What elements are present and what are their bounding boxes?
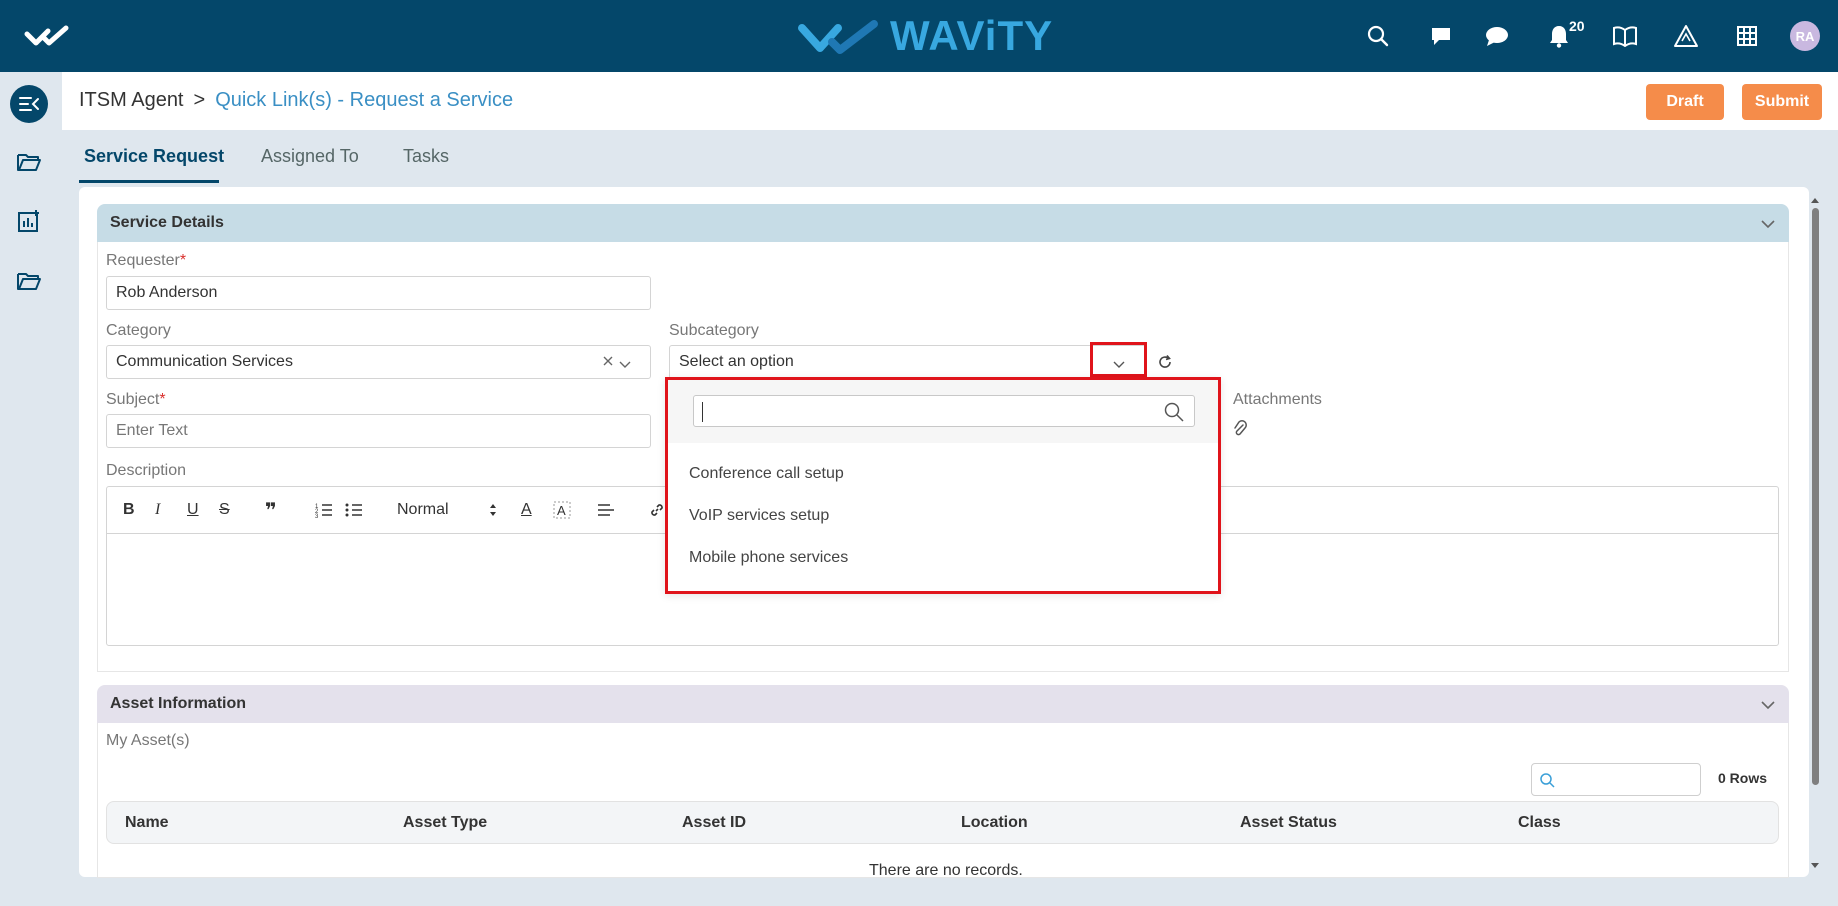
link-icon[interactable] <box>649 499 665 521</box>
dropdown-search-input[interactable] <box>693 395 1195 427</box>
subcategory-label: Subcategory <box>669 322 759 339</box>
dropdown-option[interactable]: VoIP services setup <box>689 507 829 525</box>
asset-information-header[interactable]: Asset Information <box>97 685 1789 723</box>
category-label: Category <box>106 322 171 339</box>
user-avatar[interactable]: RA <box>1790 21 1820 51</box>
chevron-down-icon[interactable] <box>619 356 631 374</box>
format-select[interactable]: Normal <box>397 499 497 521</box>
dropdown-search-area <box>668 380 1218 443</box>
notification-count-badge: 20 <box>1569 18 1585 34</box>
top-navigation-bar: WAViTY 20 RA <box>0 0 1838 72</box>
svg-text:3: 3 <box>315 514 319 518</box>
tab-service-request[interactable]: Service Request <box>84 146 224 167</box>
up-down-arrows-icon <box>490 504 496 516</box>
apps-grid-icon[interactable] <box>1733 22 1761 50</box>
knowledge-book-icon[interactable] <box>1611 22 1639 50</box>
subcategory-select[interactable]: Select an option <box>669 345 1146 379</box>
refresh-icon[interactable] <box>1157 354 1173 374</box>
message-icon[interactable] <box>1427 22 1455 50</box>
breadcrumb-current: Quick Link(s) - Request a Service <box>215 89 514 111</box>
search-icon[interactable] <box>1364 22 1392 50</box>
column-header-class[interactable]: Class <box>1518 814 1561 832</box>
page-header: ITSM Agent > Quick Link(s) - Request a S… <box>62 72 1838 130</box>
rows-count: 0 Rows <box>1718 770 1768 786</box>
background-color-icon[interactable]: A <box>553 499 571 521</box>
description-label: Description <box>106 462 187 479</box>
tab-assigned-to[interactable]: Assigned To <box>261 146 359 167</box>
font-color-icon[interactable]: A <box>521 499 532 521</box>
search-icon <box>1164 402 1184 426</box>
subject-label: Subject* <box>106 391 166 408</box>
italic-icon[interactable]: I <box>155 499 160 521</box>
attachments-label: Attachments <box>1233 391 1322 408</box>
section-title: Asset Information <box>110 695 247 712</box>
format-value: Normal <box>397 501 449 518</box>
align-icon[interactable] <box>597 499 615 521</box>
brand-logo: WAViTY <box>798 12 1053 60</box>
column-header-asset-id[interactable]: Asset ID <box>682 814 746 832</box>
scrollbar-thumb[interactable] <box>1812 208 1819 785</box>
brand-check-icon <box>798 20 878 54</box>
assets-table-header: Name Asset Type Asset ID Location Asset … <box>106 801 1779 844</box>
active-tab-indicator <box>79 180 219 183</box>
my-assets-label: My Asset(s) <box>106 732 190 749</box>
asset-search-input[interactable] <box>1531 763 1701 796</box>
section-title: Service Details <box>110 214 224 231</box>
folder-open-icon[interactable] <box>16 149 42 175</box>
subcategory-dropdown-menu: Conference call setup VoIP services setu… <box>665 377 1221 594</box>
breadcrumb: ITSM Agent > Quick Link(s) - Request a S… <box>79 89 513 112</box>
clear-icon[interactable] <box>602 354 614 372</box>
text-cursor <box>702 402 703 422</box>
ordered-list-icon[interactable]: 123 <box>315 499 333 521</box>
strikethrough-icon[interactable]: S <box>219 499 230 521</box>
column-header-asset-status[interactable]: Asset Status <box>1240 814 1337 832</box>
underline-icon[interactable]: U <box>187 499 199 521</box>
column-header-name[interactable]: Name <box>125 814 169 832</box>
chevron-down-icon[interactable] <box>1113 356 1125 373</box>
dropdown-option[interactable]: Mobile phone services <box>689 549 848 567</box>
requester-label: Requester* <box>106 252 187 269</box>
breadcrumb-root[interactable]: ITSM Agent <box>79 89 184 112</box>
scroll-down-arrow-icon[interactable] <box>1810 862 1820 870</box>
subject-input[interactable]: Enter Text <box>106 414 651 448</box>
brand-name: WAViTY <box>890 12 1054 59</box>
draft-button[interactable]: Draft <box>1646 84 1724 120</box>
dropdown-option[interactable]: Conference call setup <box>689 465 844 483</box>
category-select[interactable]: Communication Services <box>106 345 651 379</box>
scroll-up-arrow-icon[interactable] <box>1810 196 1820 204</box>
alert-triangle-icon[interactable] <box>1672 22 1700 50</box>
bullet-list-icon[interactable] <box>345 499 363 521</box>
app-logo-icon[interactable] <box>24 22 72 50</box>
column-header-location[interactable]: Location <box>961 814 1028 832</box>
requester-field[interactable]: Rob Anderson <box>106 276 651 310</box>
attachment-paperclip-icon[interactable] <box>1233 420 1247 442</box>
svg-text:A: A <box>557 503 566 518</box>
bold-icon[interactable]: B <box>123 499 135 521</box>
submit-button[interactable]: Submit <box>1742 84 1822 120</box>
report-chart-icon[interactable] <box>16 208 42 234</box>
blockquote-icon[interactable]: ❞ <box>265 499 277 522</box>
column-header-asset-type[interactable]: Asset Type <box>403 814 487 832</box>
chat-icon[interactable] <box>1483 22 1511 50</box>
sidebar-collapse-icon[interactable] <box>10 85 48 123</box>
folder-open-icon-2[interactable] <box>16 268 42 294</box>
subcategory-dropdown-toggle[interactable] <box>1090 342 1147 377</box>
category-value: Communication Services <box>116 353 293 370</box>
empty-table-message: There are no records. <box>869 862 1023 879</box>
breadcrumb-separator: > <box>193 89 206 111</box>
search-icon <box>1539 772 1555 792</box>
chevron-down-icon[interactable] <box>1761 216 1775 233</box>
chevron-down-icon[interactable] <box>1761 697 1775 714</box>
service-details-header[interactable]: Service Details <box>97 204 1789 242</box>
subcategory-placeholder: Select an option <box>679 353 794 370</box>
tab-tasks[interactable]: Tasks <box>403 146 449 167</box>
